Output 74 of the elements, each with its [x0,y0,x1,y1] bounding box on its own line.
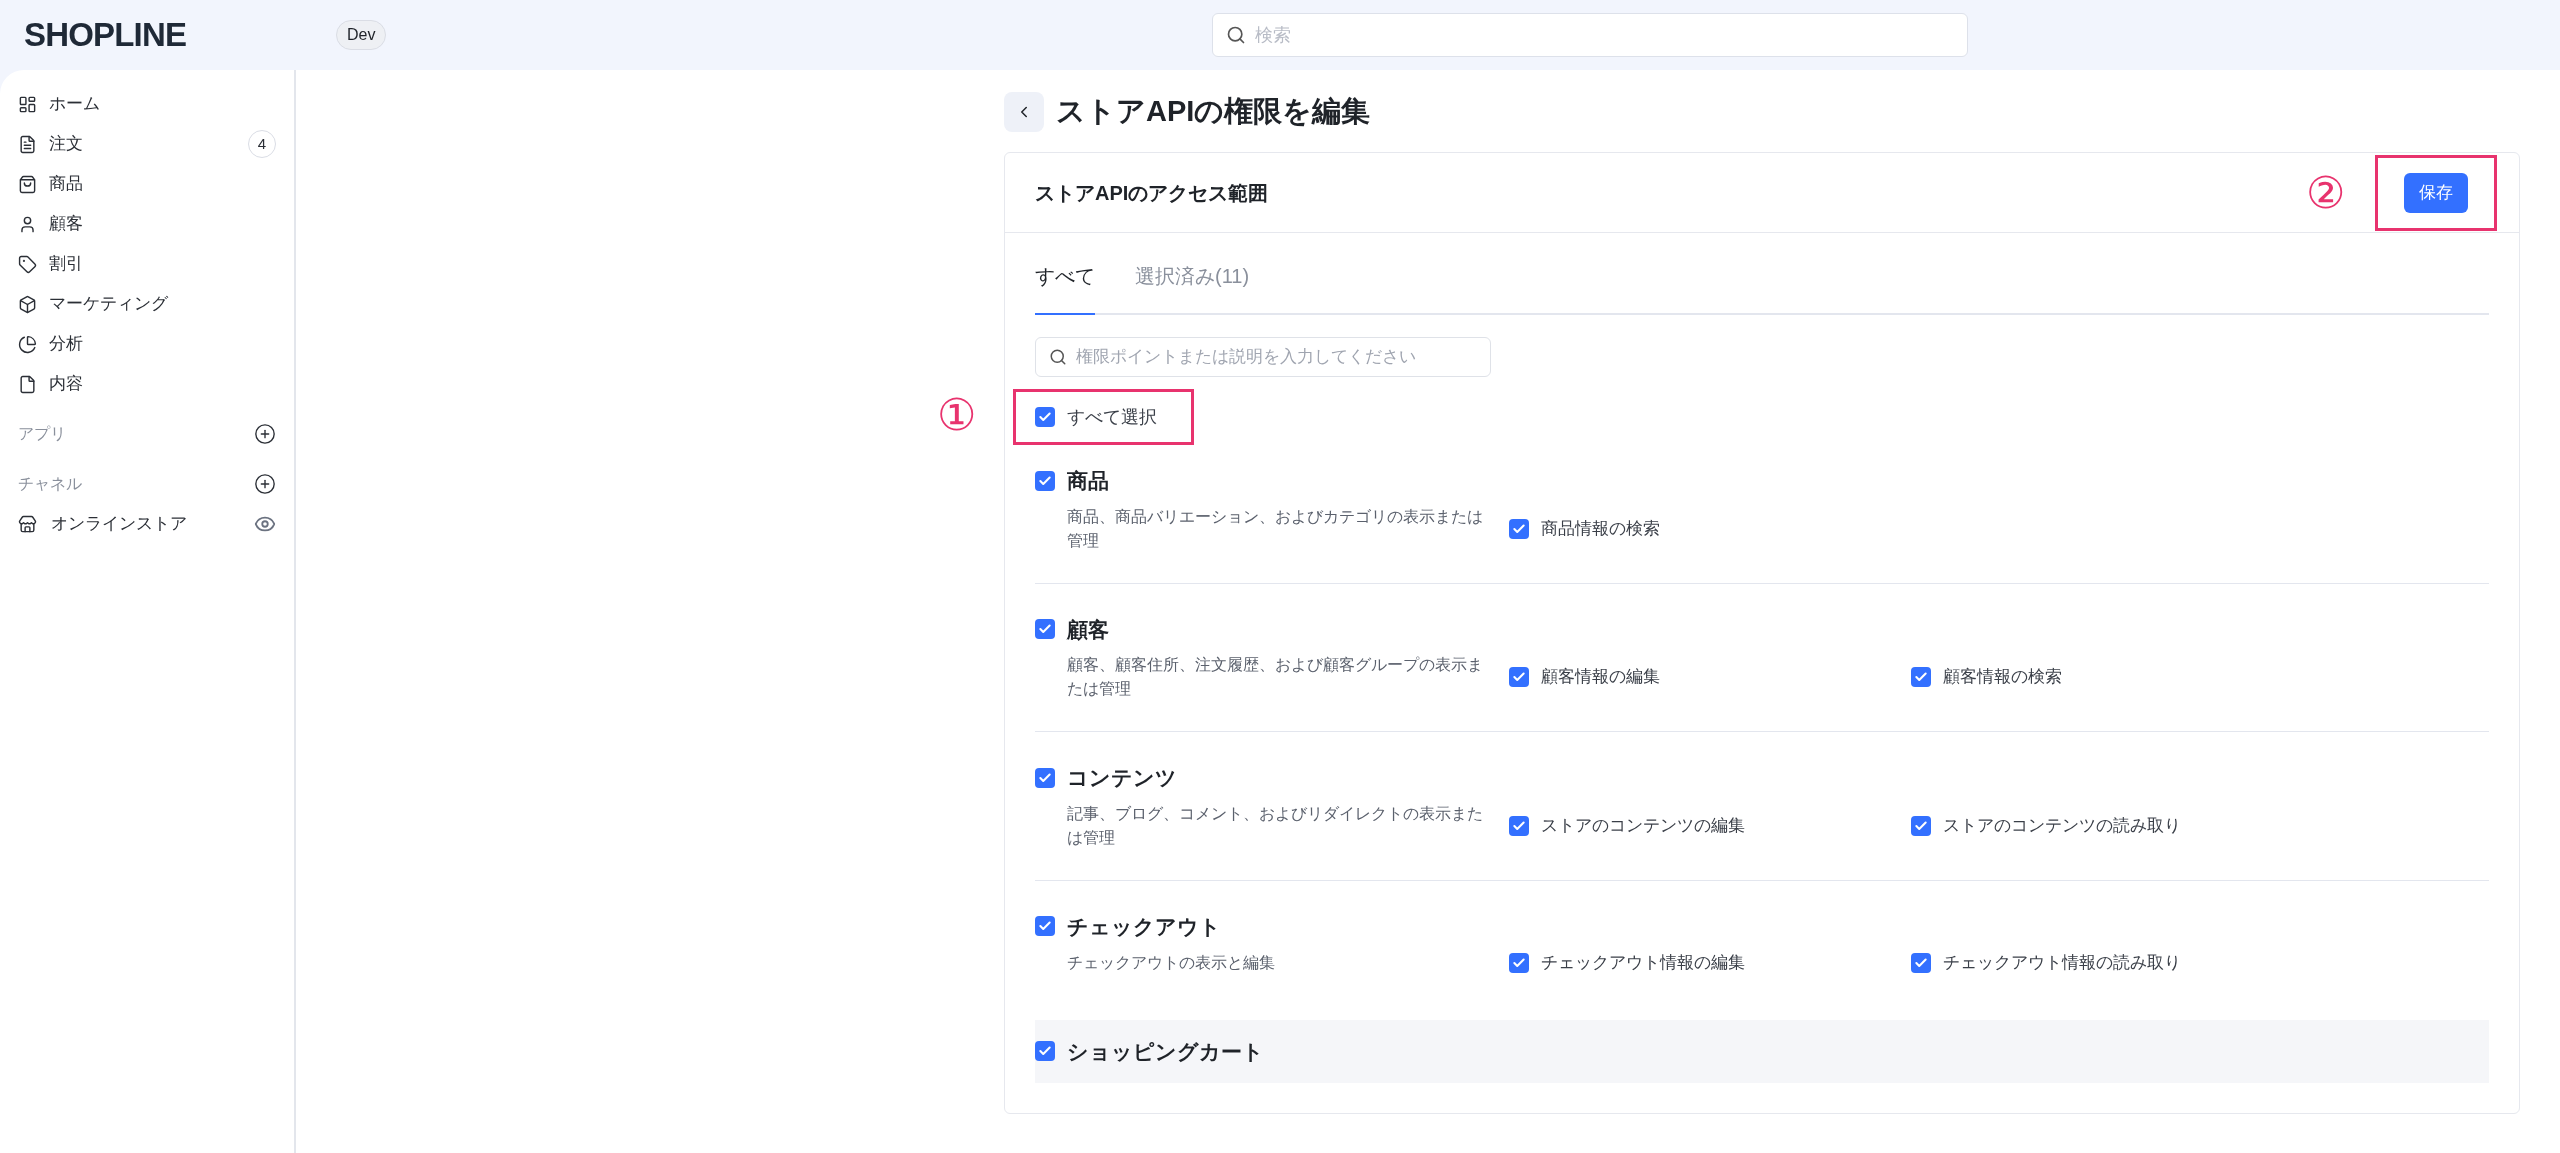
checkmark-icon [1038,770,1052,785]
section-title: 顧客 [1067,616,1109,643]
checkbox[interactable] [1911,952,1931,973]
section-title: チェックアウト [1067,913,1221,940]
checkbox[interactable] [1911,815,1931,836]
checkbox[interactable] [1035,407,1055,427]
person-icon [18,214,37,234]
permission-label: チェックアウト情報の読み取り [1943,952,2181,974]
checkbox[interactable] [1509,952,1529,973]
cube-icon [18,294,37,314]
checkbox[interactable] [1911,667,1931,687]
pie-chart-icon [18,334,37,354]
page-title: ストアAPIの権限を編集 [1056,94,1371,130]
annotation-number: ② [2306,170,2345,215]
section-description: 顧客、顧客住所、注文履歴、および顧客グループの表示または管理 [1067,656,1483,697]
checkbox[interactable] [1509,667,1529,687]
section-title: 商品 [1067,468,1109,494]
sidebar-item[interactable]: ホーム [18,84,276,124]
tag-icon [18,254,37,274]
card-title: ストアAPIのアクセス範囲 [1035,180,1269,206]
permission-label: 顧客情報の検索 [1943,666,2062,689]
section-label: チャネル [18,474,82,494]
file-icon [18,374,37,394]
checkmark-icon [1512,955,1526,970]
checkmark-icon [1914,670,1928,684]
checkbox-label: すべて選択 [1067,405,1157,429]
sidebar-item[interactable]: 顧客 [18,204,276,244]
add-icon[interactable] [254,423,276,445]
checkmark-icon [1512,670,1526,684]
search-field[interactable]: 検索 [1212,13,1969,57]
section-description: チェックアウトの表示と編集 [1067,953,1275,971]
checkmark-icon [1038,473,1052,488]
permission-label: ストアのコンテンツの編集 [1541,814,1745,837]
tab[interactable]: すべて [1035,261,1095,315]
sidebar-item[interactable]: 割引 [18,244,276,284]
permission-search-field[interactable]: 権限ポイントまたは説明を入力してください [1035,337,1491,377]
section-title: ショッピングカート [1067,1038,1264,1065]
permission-label: 顧客情報の編集 [1541,666,1660,689]
store-icon [18,514,37,534]
sidebar-item[interactable]: マーケティング [18,284,276,324]
checkbox[interactable] [1035,916,1055,937]
checkbox[interactable] [1035,470,1055,491]
checkbox[interactable] [1035,619,1055,640]
add-icon[interactable] [254,473,276,495]
checkbox[interactable] [1509,518,1529,539]
search-icon [1226,25,1247,45]
permission-label: チェックアウト情報の編集 [1541,952,1745,974]
section-description: 記事、ブログ、コメント、およびリダイレクトの表示または管理 [1067,804,1483,846]
document-icon [18,134,37,154]
brand-logo: SHOPLINE [24,16,187,54]
bag-icon [18,174,37,194]
sidebar-item[interactable]: オンラインストア [18,504,276,544]
search-icon [1049,348,1067,366]
sidebar-item[interactable]: 分析 [18,324,276,364]
checkmark-icon [1512,521,1526,536]
section-description: 商品、商品バリエーション、およびカテゴリの表示または管理 [1067,507,1483,549]
checkmark-icon [1512,818,1526,833]
checkmark-icon [1914,818,1928,833]
checkbox[interactable] [1035,1041,1055,1062]
annotation-number: ① [937,393,976,437]
checkmark-icon [1914,955,1928,970]
save-button[interactable]: 保存 [2404,172,2468,213]
checkbox[interactable] [1035,767,1055,788]
environment-badge: Dev [336,20,387,50]
checkbox[interactable] [1509,815,1529,836]
permission-label: 商品情報の検索 [1541,517,1660,540]
section-title: コンテンツ [1067,765,1177,791]
section-label: アプリ [18,424,66,444]
checkmark-icon [1038,410,1052,424]
sidebar-item[interactable]: 内容 [18,364,276,404]
permission-label: ストアのコンテンツの読み取り [1943,814,2181,837]
sidebar-item[interactable]: 商品 [18,164,276,204]
dashboard-icon [18,94,37,114]
sidebar-item[interactable]: 注文 4 [18,124,276,164]
